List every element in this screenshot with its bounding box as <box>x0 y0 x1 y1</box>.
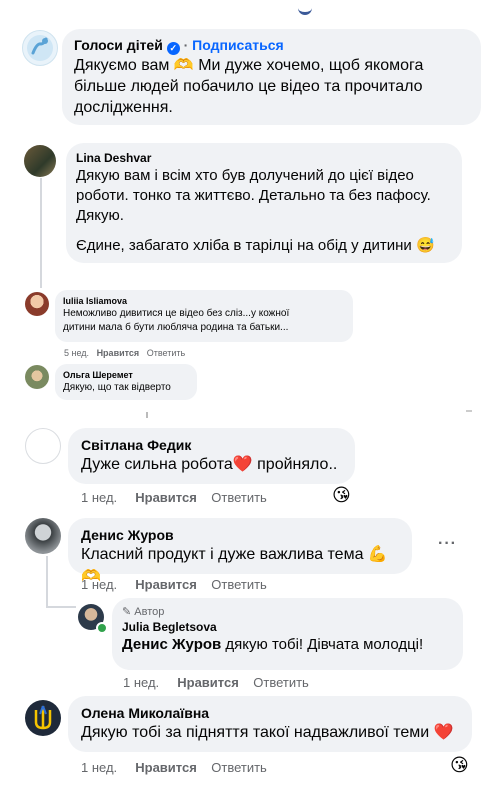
avatar[interactable] <box>25 428 61 464</box>
comment-author[interactable]: Олена Миколаївна <box>81 704 459 722</box>
like-button[interactable]: Нравится <box>177 675 239 690</box>
online-status-icon <box>96 622 108 634</box>
top-edge-marker <box>298 6 312 15</box>
comment-meta: 1 нед. Нравится Ответить <box>123 675 309 690</box>
avatar[interactable] <box>25 365 49 389</box>
verified-badge-icon: ✓ <box>166 42 180 55</box>
comment-meta: 5 нед. Нравится Ответить <box>64 348 185 358</box>
author-badge: ✎ Автор <box>122 606 165 618</box>
comment-author[interactable]: Julia Begletsova <box>122 619 453 635</box>
comment-author[interactable]: Lina Deshvar <box>76 150 452 166</box>
trident-icon <box>34 705 52 730</box>
avatar[interactable] <box>25 292 49 316</box>
like-button[interactable]: Нравится <box>135 577 197 592</box>
comment-author[interactable]: Світлана Федик <box>81 436 342 454</box>
comment-text: Дякую тобі за підняття такої надважливої… <box>81 724 454 741</box>
comment-text: Дякую. <box>76 207 124 224</box>
comment-text: дякую тобі! Дівчата молодці! <box>221 636 424 653</box>
avatar[interactable] <box>22 30 58 66</box>
comment-time[interactable]: 1 нед. <box>81 577 117 592</box>
hand-logo-icon <box>27 35 53 61</box>
comment-meta: 1 нед. Нравится Ответить <box>81 760 267 775</box>
comment-bubble: Світлана Федик Дуже сильна робота❤️ прой… <box>68 428 355 484</box>
comment-meta: 1 нед. Нравится Ответить <box>81 490 267 505</box>
reaction-kiss-icon[interactable]: 😘 <box>332 486 351 506</box>
comment-text: дитини мала б бути любляча родина та бат… <box>63 322 289 333</box>
thread-line <box>46 556 48 608</box>
cut-marker <box>146 412 148 418</box>
avatar[interactable] <box>25 518 61 554</box>
thread-line <box>40 178 42 288</box>
comment-text: Дякую, що так відверто <box>63 382 171 393</box>
more-options-icon[interactable]: ··· <box>438 535 457 553</box>
mention-link[interactable]: Денис Журов <box>122 636 221 653</box>
comment-text: Дякуємо вам 🫶 Ми дуже хочемо, щоб якомог… <box>74 57 424 74</box>
reply-button[interactable]: Ответить <box>253 675 309 690</box>
comment-text: дослідження. <box>74 99 173 116</box>
reply-button[interactable]: Ответить <box>211 577 267 592</box>
comment-text: більше людей побачило це відео та прочит… <box>74 78 423 95</box>
comment-author[interactable]: Ольга Шеремет <box>63 369 189 381</box>
like-button[interactable]: Нравится <box>97 348 140 358</box>
comment-meta: 1 нед. Нравится Ответить <box>81 577 267 592</box>
comment-bubble: Денис Журов Класний продукт і дуже важли… <box>68 518 412 585</box>
comment-time[interactable]: 1 нед. <box>81 490 117 505</box>
comment-author[interactable]: Голоси дітей <box>74 37 163 53</box>
thread-branch <box>46 606 76 608</box>
reply-button[interactable]: Ответить <box>211 490 267 505</box>
reaction-kiss-icon[interactable]: 😘 <box>450 756 469 776</box>
comment-text: Неможливо дивитися це відео без сліз...у… <box>63 308 290 319</box>
comment-bubble: Lina Deshvar Дякую вам і всім хто був до… <box>66 143 462 263</box>
comment-text: Дякую вам і всім хто був долучений до ці… <box>76 167 414 184</box>
comment-text: роботи. тонко та життєво. Детально та бе… <box>76 187 431 204</box>
comment-text: Єдине, забагато хліба в тарілці на обід … <box>76 237 435 254</box>
reply-button[interactable]: Ответить <box>147 348 185 358</box>
comment-author[interactable]: Iuliia Isliamova <box>63 295 345 307</box>
comment-time[interactable]: 1 нед. <box>81 760 117 775</box>
comment-bubble: Ольга Шеремет Дякую, що так відверто <box>55 364 197 400</box>
avatar[interactable] <box>25 700 61 736</box>
avatar[interactable] <box>24 145 56 177</box>
comment-author[interactable]: Денис Журов <box>81 526 399 544</box>
comment-text: Дуже сильна робота❤️ пройняло.. <box>81 456 338 473</box>
comment-bubble: Олена Миколаївна Дякую тобі за підняття … <box>68 696 472 752</box>
subscribe-link[interactable]: Подписаться <box>192 37 284 53</box>
reply-button[interactable]: Ответить <box>211 760 267 775</box>
comment-time[interactable]: 1 нед. <box>123 675 159 690</box>
comment-bubble: ✎ Автор Julia Begletsova Денис Журов дяк… <box>112 598 463 670</box>
comment-bubble: Голоси дітей ✓ · Подписаться Дякуємо вам… <box>62 29 481 125</box>
comment-bubble: Iuliia Isliamova Неможливо дивитися це в… <box>55 290 353 342</box>
comment-time[interactable]: 5 нед. <box>64 348 89 358</box>
like-button[interactable]: Нравится <box>135 490 197 505</box>
cut-marker <box>466 410 472 412</box>
like-button[interactable]: Нравится <box>135 760 197 775</box>
